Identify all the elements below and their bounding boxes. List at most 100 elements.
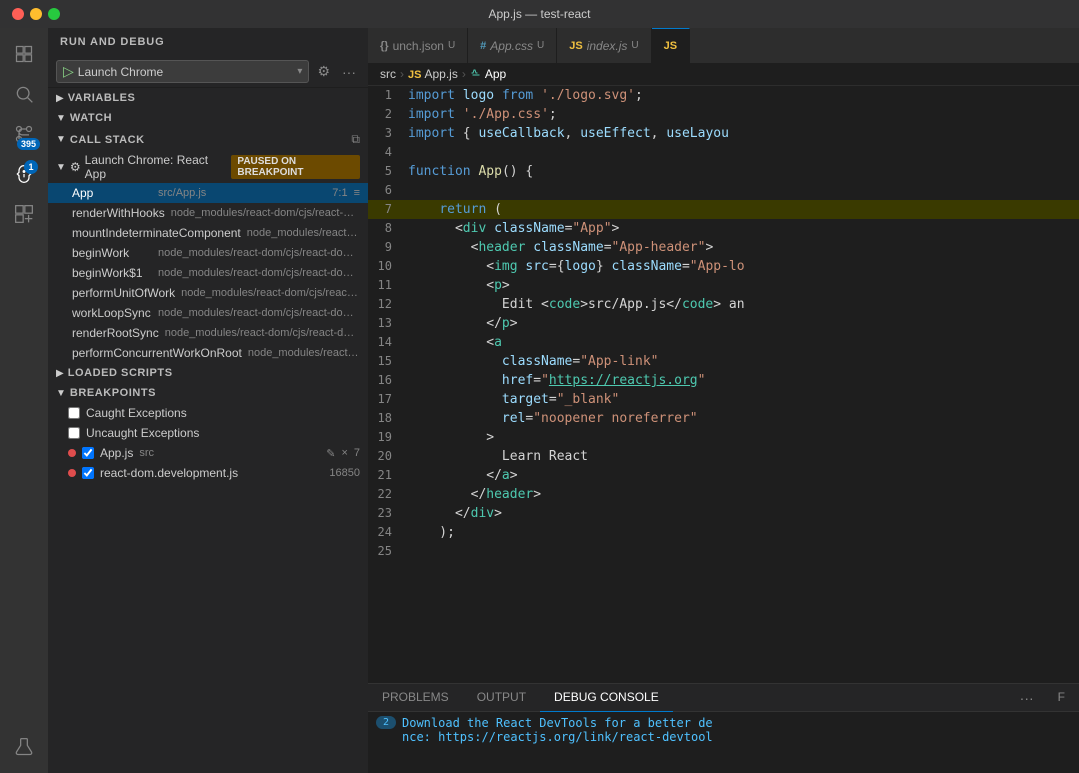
activity-extensions[interactable] (6, 196, 42, 232)
frame-location: node_modules/react-dom... (248, 347, 360, 359)
breakpoint-reactdom-count: 16850 (329, 467, 360, 479)
tab-active-js-icon: JS (664, 40, 677, 52)
code-line-7: 7 ▶ return ( (368, 200, 1079, 219)
panel-more-button[interactable]: ··· (1010, 690, 1044, 706)
code-line-13: 13 </p> (368, 314, 1079, 333)
call-frame-beginWork[interactable]: beginWork node_modules/react-dom/cjs/rea… (48, 243, 368, 263)
breadcrumb-sep1: › (400, 67, 404, 81)
panel-tab-problems[interactable]: PROBLEMS (368, 684, 463, 712)
debug-text: Download the React DevTools for a better… (402, 716, 713, 744)
watch-collapse-icon: ▼ (56, 113, 66, 124)
close-button[interactable] (12, 8, 24, 20)
loaded-scripts-header[interactable]: ▶ LOADED SCRIPTS (48, 363, 368, 383)
code-line-21: 21 </a> (368, 466, 1079, 485)
frame-name: beginWork (72, 246, 152, 260)
window-title: App.js — test-react (488, 7, 590, 21)
session-arrow-icon: ▼ (56, 162, 66, 173)
debug-toolbar: ▷ Launch Chrome ▾ ⚙ ··· (48, 56, 368, 88)
activity-explorer[interactable] (6, 36, 42, 72)
tab-modified-indicator: U (537, 40, 544, 51)
activity-source-control[interactable]: 395 (6, 116, 42, 152)
code-line-1: 1 import logo from './logo.svg'; (368, 86, 1079, 105)
variables-section-header[interactable]: ▶ VARIABLES (48, 88, 368, 108)
frame-location: node_modules/react-dom/cjs/react-do... (171, 207, 360, 219)
maximize-button[interactable] (48, 8, 60, 20)
code-line-17: 17 target="_blank" (368, 390, 1079, 409)
code-line-12: 12 Edit <code>src/App.js</code> an (368, 295, 1079, 314)
activity-search[interactable] (6, 76, 42, 112)
call-frame-mountIndeterminate[interactable]: mountIndeterminateComponent node_modules… (48, 223, 368, 243)
watch-title: WATCH (70, 112, 112, 124)
frame-name: performConcurrentWorkOnRoot (72, 346, 242, 360)
breakpoints-arrow-icon: ▼ (56, 388, 66, 399)
caught-exceptions-label: Caught Exceptions (86, 406, 187, 420)
activity-debug[interactable]: 1 (6, 156, 42, 192)
uncaught-exceptions-checkbox[interactable] (68, 427, 80, 439)
code-line-20: 20 Learn React (368, 447, 1079, 466)
title-bar: App.js — test-react (0, 0, 1079, 28)
breakpoint-src: src (139, 447, 154, 459)
debug-config-label: Launch Chrome (78, 65, 163, 79)
code-line-6: 6 (368, 181, 1079, 200)
code-lines: 1 import logo from './logo.svg'; 2 impor… (368, 86, 1079, 561)
breakpoint-reactdom-checkbox[interactable] (82, 467, 94, 479)
debug-config-select[interactable]: ▷ Launch Chrome ▾ (56, 60, 309, 83)
frame-location: node_modules/react-dom/cjs/react-dom... (165, 327, 360, 339)
code-line-3: 3 import { useCallback, useEffect, useLa… (368, 124, 1079, 143)
code-line-22: 22 </header> (368, 485, 1079, 504)
breakpoint-reactdom[interactable]: react-dom.development.js 16850 (48, 463, 368, 483)
call-frame-performConcurrent[interactable]: performConcurrentWorkOnRoot node_modules… (48, 343, 368, 363)
breakpoint-appjs[interactable]: App.js src ✎ × 7 (48, 443, 368, 463)
tab-launch-json[interactable]: {} unch.json U (368, 28, 468, 63)
minimize-button[interactable] (30, 8, 42, 20)
tab-app-css[interactable]: # App.css U (468, 28, 557, 63)
tab-modified-indicator: U (448, 40, 455, 51)
sidebar-title: RUN AND DEBUG (60, 36, 165, 48)
breakpoint-close-icon[interactable]: × (341, 447, 347, 460)
main-layout: 395 1 RUN AND DEBUG (0, 28, 1079, 773)
code-line-23: 23 </div> (368, 504, 1079, 523)
tab-app-js[interactable]: JS (652, 28, 690, 63)
code-line-2: 2 import './App.css'; (368, 105, 1079, 124)
call-frame-renderWithHooks[interactable]: renderWithHooks node_modules/react-dom/c… (48, 203, 368, 223)
breakpoints-header[interactable]: ▼ BREAKPOINTS (48, 383, 368, 403)
call-frame-beginWork1[interactable]: beginWork$1 node_modules/react-dom/cjs/r… (48, 263, 368, 283)
debug-more-button[interactable]: ··· (338, 62, 360, 82)
call-frame-app[interactable]: App src/App.js 7:1 ≡ (48, 183, 368, 203)
frame-location: node_modules/react-dom/cjs/react-dom.dev… (158, 247, 360, 259)
tab-label: index.js (587, 39, 628, 53)
tab-index-js[interactable]: JS index.js U (557, 28, 651, 63)
call-frame-performUnitOfWork[interactable]: performUnitOfWork node_modules/react-dom… (48, 283, 368, 303)
panel-tab-debug-console[interactable]: DEBUG CONSOLE (540, 684, 673, 712)
code-editor[interactable]: 1 import logo from './logo.svg'; 2 impor… (368, 86, 1079, 683)
panel-tab-output[interactable]: OUTPUT (463, 684, 540, 712)
caught-exceptions-item: Caught Exceptions (48, 403, 368, 423)
frame-line: 7:1 (332, 187, 347, 199)
tab-js-icon: JS (569, 40, 582, 52)
watch-section-header[interactable]: ▼ WATCH (48, 108, 368, 128)
callstack-section-header[interactable]: ▼ CALL STACK ⧉ (48, 128, 368, 151)
activity-bar: 395 1 (0, 28, 48, 773)
call-frame-workLoopSync[interactable]: workLoopSync node_modules/react-dom/cjs/… (48, 303, 368, 323)
breakpoints-title: BREAKPOINTS (70, 387, 156, 399)
breakpoint-edit-icon[interactable]: ✎ (326, 447, 335, 460)
breakpoint-dot (68, 449, 76, 457)
callstack-session-header[interactable]: ▼ ⚙ Launch Chrome: React App PAUSED ON B… (48, 151, 368, 183)
frame-name: renderRootSync (72, 326, 159, 340)
call-frame-renderRootSync[interactable]: renderRootSync node_modules/react-dom/cj… (48, 323, 368, 343)
breakpoint-actions: ✎ × 7 (326, 447, 360, 460)
code-line-5: 5 function App() { (368, 162, 1079, 181)
bottom-panel: PROBLEMS OUTPUT DEBUG CONSOLE ··· F 2 Do… (368, 683, 1079, 773)
code-line-25: 25 (368, 542, 1079, 561)
code-line-15: 15 className="App-link" (368, 352, 1079, 371)
code-line-16: 16 href="https://reactjs.org" (368, 371, 1079, 390)
callstack-copy-icon[interactable]: ⧉ (351, 132, 360, 147)
frame-location: node_modules/react-dom/cjs/react-d... (181, 287, 360, 299)
breadcrumb-appjs: JSApp.js (408, 67, 458, 81)
caught-exceptions-checkbox[interactable] (68, 407, 80, 419)
debug-gear-button[interactable]: ⚙ (313, 61, 334, 82)
panel-tab-f[interactable]: F (1044, 684, 1079, 712)
tab-css-icon: # (480, 40, 486, 52)
breakpoint-appjs-checkbox[interactable] (82, 447, 94, 459)
activity-flask[interactable] (6, 729, 42, 765)
